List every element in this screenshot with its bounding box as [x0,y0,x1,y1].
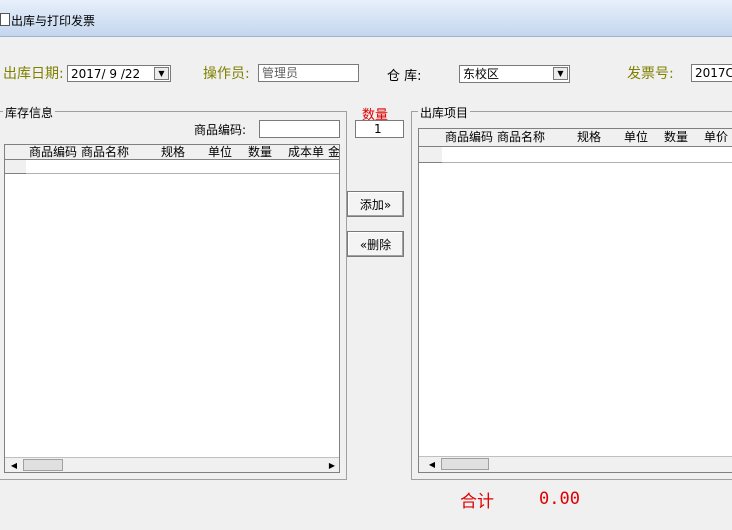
inventory-col-amount[interactable]: 金 [325,145,339,160]
table-row-header[interactable] [5,160,27,174]
outbound-grid[interactable]: 商品编码 商品名称 规格 单位 数量 单价 ◀ [418,128,732,473]
invoice-value: 2017C [695,66,732,80]
outbound-group-label: 出库项目 [418,104,471,121]
date-dropdown-button[interactable]: ▼ [154,67,169,80]
code-input[interactable] [259,120,340,138]
chevron-down-icon: ▼ [158,69,165,78]
scroll-thumb[interactable] [441,458,489,470]
table-cell[interactable] [205,160,246,174]
outbound-hscrollbar[interactable]: ◀ [419,456,732,472]
window-title: 出库与打印发票 [11,14,96,28]
table-cell[interactable] [574,147,622,163]
table-cell[interactable] [494,147,575,163]
title-bar: 出库与打印发票 [0,0,732,37]
app-icon [0,13,10,26]
inventory-col-name[interactable]: 商品名称 [78,145,159,160]
inventory-col-spec[interactable]: 规格 [158,145,206,160]
outbound-col-spec[interactable]: 规格 [574,129,622,147]
scroll-left-icon[interactable]: ◀ [425,458,439,470]
inventory-col-cost[interactable]: 成本单 [285,145,326,160]
warehouse-label: 仓 库: [387,69,422,84]
inventory-col-unit[interactable]: 单位 [205,145,246,160]
table-cell[interactable] [245,160,286,174]
total-value: 0.00 [539,489,580,509]
add-button[interactable]: 添加» [347,191,404,217]
table-cell[interactable] [26,160,79,174]
chevron-down-icon: ▼ [557,69,564,78]
table-cell[interactable] [158,160,206,174]
inventory-col-qty[interactable]: 数量 [245,145,286,160]
row-header-corner [5,145,27,160]
scroll-thumb[interactable] [23,459,63,471]
operator-field[interactable]: 管理员 [258,64,359,82]
date-label: 出库日期: [3,66,64,82]
scroll-right-icon[interactable]: ▶ [325,459,339,471]
inventory-group-label: 库存信息 [3,104,56,121]
warehouse-dropdown-button[interactable]: ▼ [553,67,568,80]
invoice-field[interactable]: 2017C [691,64,732,82]
operator-value: 管理员 [262,66,299,80]
outbound-col-qty[interactable]: 数量 [661,129,702,147]
delete-button[interactable]: «删除 [347,231,404,257]
outbound-col-name[interactable]: 商品名称 [494,129,575,147]
table-cell[interactable] [325,160,339,174]
outbound-col-price[interactable]: 单价 [701,129,732,147]
table-cell[interactable] [285,160,326,174]
code-label: 商品编码: [194,123,247,137]
total-label: 合计 [460,492,494,512]
operator-label: 操作员: [203,66,250,82]
table-cell[interactable] [661,147,702,163]
outbound-col-unit[interactable]: 单位 [621,129,662,147]
scroll-left-icon[interactable]: ◀ [7,459,21,471]
table-row-header[interactable] [419,147,443,163]
table-cell[interactable] [621,147,662,163]
row-header-corner [419,129,443,147]
qty-value: 1 [374,122,382,136]
inventory-hscrollbar[interactable]: ◀ ▶ [5,457,339,472]
invoice-label: 发票号: [627,66,674,82]
table-cell[interactable] [442,147,495,163]
inventory-col-code[interactable]: 商品编码 [26,145,79,160]
warehouse-value: 东校区 [463,67,500,81]
outbound-col-code[interactable]: 商品编码 [442,129,495,147]
date-value: 2017/ 9 /22 [71,67,141,81]
qty-input[interactable]: 1 [355,120,404,138]
inventory-grid[interactable]: 商品编码 商品名称 规格 单位 数量 成本单 金 ◀ ▶ [4,144,340,473]
table-cell[interactable] [701,147,732,163]
table-cell[interactable] [78,160,159,174]
